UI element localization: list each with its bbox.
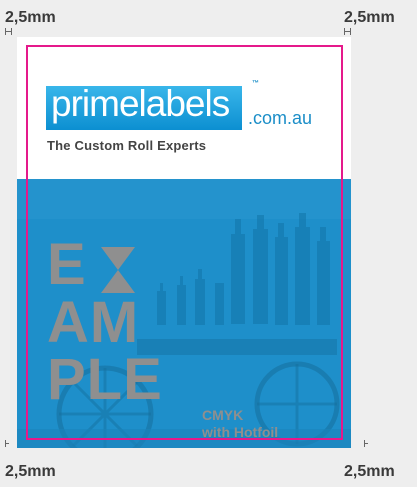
bleed-dimension-tick-bottom-left <box>5 440 9 447</box>
bleed-label-top-right: 2,5mm <box>344 9 395 26</box>
logo-trademark: ™ <box>252 80 259 87</box>
label-artwork: primelabels ™ .com.au The Custom Roll Ex… <box>17 37 351 448</box>
logo-tagline: The Custom Roll Experts <box>47 138 207 153</box>
logo-brand-name: primelabels <box>51 83 230 124</box>
bleed-label-bottom-right: 2,5mm <box>344 463 395 480</box>
label-proof-page: 2,5mm 2,5mm primelabels ™ .com.au The Cu… <box>0 0 417 487</box>
example-watermark-line-3: PLE <box>47 347 163 412</box>
example-watermark-line-2: AM <box>47 290 140 355</box>
print-spec-line-2: with Hotfoil <box>202 424 279 440</box>
bleed-label-top-left: 2,5mm <box>5 9 56 26</box>
example-hourglass-x-mark <box>101 247 135 293</box>
bleed-dimension-tick-top-right <box>344 28 351 35</box>
print-spec-line-1: CMYK <box>202 407 244 423</box>
bleed-dimension-tick-top-left <box>5 28 12 35</box>
example-watermark-line-1: E <box>47 232 87 297</box>
bleed-dimension-tick-bottom-right <box>364 440 368 447</box>
logo-domain: .com.au <box>248 108 313 128</box>
bleed-label-bottom-left: 2,5mm <box>5 463 56 480</box>
